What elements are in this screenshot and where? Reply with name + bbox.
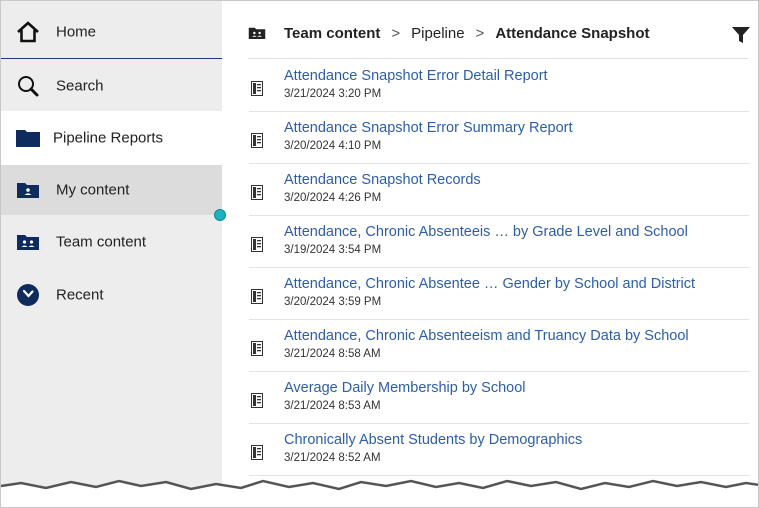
report-icon bbox=[251, 185, 263, 200]
report-icon bbox=[251, 237, 263, 252]
report-title[interactable]: Attendance, Chronic Absentee … Gender by… bbox=[284, 276, 695, 292]
report-icon bbox=[251, 289, 263, 304]
list-item[interactable]: Attendance, Chronic Absenteeism and Trua… bbox=[249, 320, 749, 372]
list-item[interactable]: Attendance Snapshot Records 3/20/2024 4:… bbox=[249, 164, 749, 216]
folder-icon bbox=[15, 125, 41, 151]
sidebar-item-label: Recent bbox=[56, 286, 104, 304]
sidebar-item-label: Team content bbox=[56, 233, 147, 251]
sidebar-item-label: Pipeline Reports bbox=[53, 129, 164, 147]
report-title[interactable]: Average Daily Membership by School bbox=[284, 380, 526, 396]
report-title[interactable]: Attendance Snapshot Error Detail Report bbox=[284, 68, 548, 84]
search-icon bbox=[15, 73, 41, 99]
recent-clock-icon bbox=[15, 282, 41, 308]
team-content-icon bbox=[15, 229, 41, 255]
content-header: Team content > Pipeline > Attendance Sna… bbox=[222, 1, 758, 59]
breadcrumb: Team content > Pipeline > Attendance Sna… bbox=[248, 21, 650, 45]
header-divider bbox=[248, 58, 748, 59]
report-list: Attendance Snapshot Error Detail Report … bbox=[249, 60, 749, 476]
report-icon bbox=[251, 81, 263, 96]
sidebar-item-recent[interactable]: Recent bbox=[1, 269, 222, 321]
app-window: Home Search Pipeline Reports My content bbox=[0, 0, 759, 508]
sidebar-item-team-content[interactable]: Team content bbox=[1, 217, 222, 267]
list-item[interactable]: Average Daily Membership by School 3/21/… bbox=[249, 372, 749, 424]
report-date: 3/20/2024 3:59 PM bbox=[284, 296, 382, 308]
filter-icon[interactable] bbox=[732, 26, 750, 44]
report-title[interactable]: Attendance, Chronic Absenteeis … by Grad… bbox=[284, 224, 688, 240]
report-date: 3/19/2024 3:54 PM bbox=[284, 244, 382, 256]
home-icon bbox=[15, 19, 41, 45]
breadcrumb-team-content[interactable]: Team content bbox=[284, 25, 380, 42]
list-item[interactable]: Attendance, Chronic Absenteeis … by Grad… bbox=[249, 216, 749, 268]
report-date: 3/21/2024 3:20 PM bbox=[284, 88, 382, 100]
report-title[interactable]: Chronically Absent Students by Demograph… bbox=[284, 432, 582, 448]
sidebar-item-label: Home bbox=[56, 23, 97, 41]
report-icon bbox=[251, 393, 263, 408]
breadcrumb-current: Attendance Snapshot bbox=[495, 24, 650, 42]
team-content-icon bbox=[248, 26, 266, 40]
report-date: 3/21/2024 8:58 AM bbox=[284, 348, 381, 360]
sidebar-item-my-content[interactable]: My content bbox=[1, 165, 222, 215]
breadcrumb-pipeline[interactable]: Pipeline bbox=[411, 25, 464, 42]
list-item[interactable]: Attendance Snapshot Error Summary Report… bbox=[249, 112, 749, 164]
report-title[interactable]: Attendance Snapshot Records bbox=[284, 172, 481, 188]
report-date: 3/20/2024 4:26 PM bbox=[284, 192, 382, 204]
sidebar-item-label: My content bbox=[56, 181, 130, 199]
breadcrumb-separator: > bbox=[391, 24, 401, 42]
sidebar-item-search[interactable]: Search bbox=[1, 60, 222, 111]
report-date: 3/21/2024 8:53 AM bbox=[284, 400, 381, 412]
my-content-icon bbox=[15, 177, 41, 203]
report-title[interactable]: Attendance Snapshot Error Summary Report bbox=[284, 120, 573, 136]
sidebar-item-home[interactable]: Home bbox=[1, 6, 222, 59]
report-icon bbox=[251, 133, 263, 148]
list-item[interactable]: Attendance Snapshot Error Detail Report … bbox=[249, 60, 749, 112]
sidebar-resize-handle[interactable] bbox=[214, 209, 226, 221]
sidebar-item-label: Search bbox=[56, 77, 104, 94]
sidebar: Home Search Pipeline Reports My content bbox=[1, 1, 222, 507]
sidebar-item-pipeline-reports[interactable]: Pipeline Reports bbox=[1, 111, 222, 165]
list-item[interactable]: Attendance, Chronic Absentee … Gender by… bbox=[249, 268, 749, 320]
report-date: 3/20/2024 4:10 PM bbox=[284, 140, 382, 152]
breadcrumb-separator: > bbox=[475, 24, 485, 42]
torn-edge bbox=[1, 479, 758, 507]
report-title[interactable]: Attendance, Chronic Absenteeism and Trua… bbox=[284, 328, 689, 344]
report-icon bbox=[251, 341, 263, 356]
